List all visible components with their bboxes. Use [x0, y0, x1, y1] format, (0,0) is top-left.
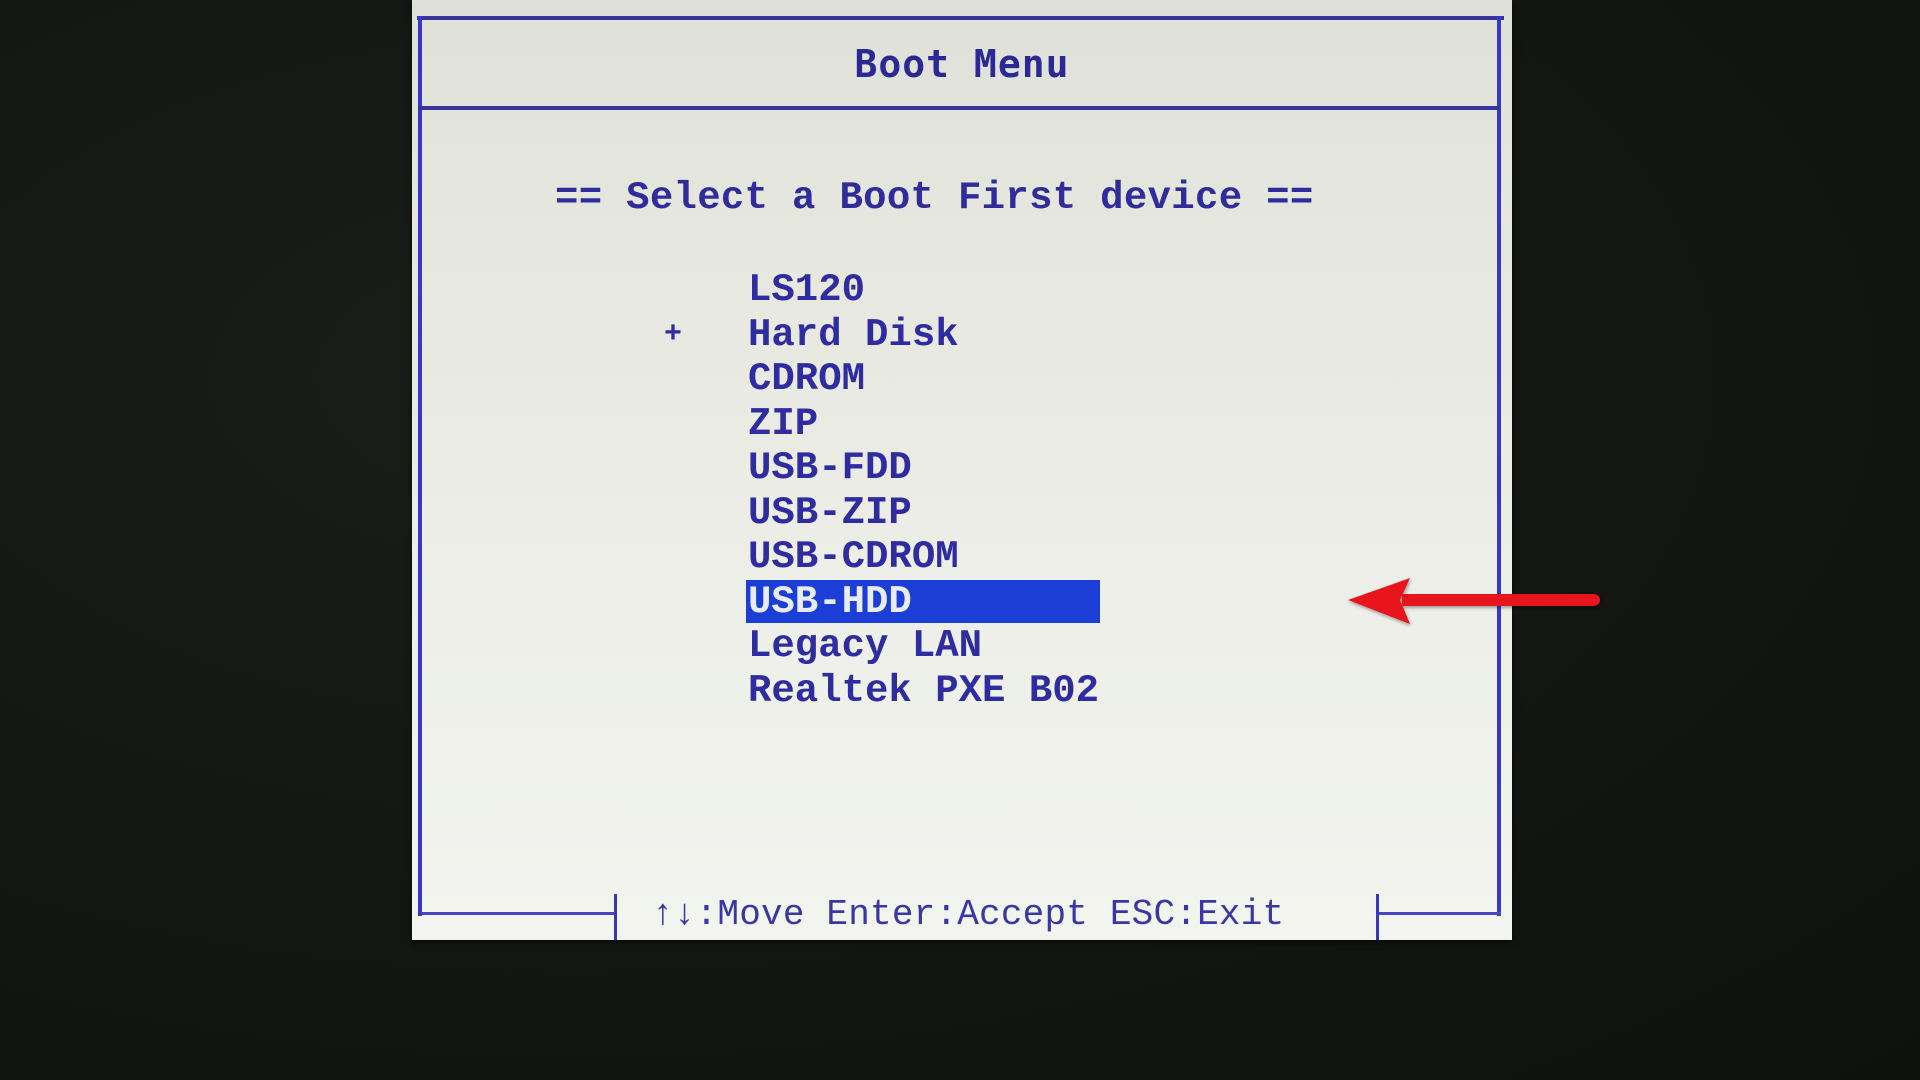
boot-option-zip[interactable]: ZIP — [702, 402, 842, 447]
boot-option-usb-fdd[interactable]: USB-FDD — [702, 446, 912, 491]
frame-top-border — [417, 16, 1504, 20]
boot-option-usb-zip[interactable]: USB-ZIP — [702, 491, 912, 536]
frame-left-border — [418, 16, 422, 916]
boot-option-label: USB-FDD — [748, 446, 912, 490]
page-title: Boot Menu — [854, 42, 1070, 86]
boot-device-list: LS120 + Hard Disk CDROM ZIP USB-FDD USB-… — [664, 268, 1100, 714]
boot-option-realtek-pxe[interactable]: Realtek PXE B02 — [702, 669, 1099, 714]
boot-option-label: LS120 — [748, 268, 866, 312]
red-arrow-annotation-icon — [1348, 578, 1600, 624]
arrow-shaft — [1402, 594, 1600, 606]
boot-option-ls120[interactable]: LS120 — [702, 268, 865, 313]
boot-option-label-selected: USB-HDD — [746, 579, 1100, 624]
boot-option-usb-hdd[interactable]: USB-HDD — [702, 579, 1100, 625]
boot-option-legacy-lan[interactable]: Legacy LAN — [702, 624, 982, 669]
expand-plus-icon: + — [663, 317, 682, 352]
frame-bottom-left-border — [422, 912, 616, 915]
boot-option-label: USB-ZIP — [748, 490, 912, 535]
menu-subtitle: == Select a Boot First device == — [555, 176, 1314, 220]
boot-option-label: Realtek PXE B02 — [748, 668, 1100, 713]
boot-option-label: USB-CDROM — [748, 535, 959, 579]
header-divider — [418, 106, 1501, 110]
boot-option-label: Hard Disk — [748, 312, 959, 357]
frame-bottom-right-border — [1379, 912, 1501, 915]
boot-option-usb-cdrom[interactable]: USB-CDROM — [702, 535, 959, 580]
boot-option-label: ZIP — [748, 401, 819, 446]
boot-option-label: Legacy LAN — [748, 624, 983, 668]
footer-right-tick — [1376, 894, 1379, 940]
frame-right-border — [1497, 16, 1501, 916]
boot-option-cdrom[interactable]: CDROM — [702, 357, 865, 402]
key-help-footer: ↑↓:Move Enter:Accept ESC:Exit — [652, 894, 1285, 935]
bios-screen: Boot Menu == Select a Boot First device … — [412, 0, 1600, 940]
boot-option-label: CDROM — [748, 357, 866, 401]
arrow-head — [1348, 578, 1410, 624]
boot-option-hard-disk[interactable]: + Hard Disk — [664, 313, 959, 358]
footer-left-tick — [614, 894, 617, 940]
